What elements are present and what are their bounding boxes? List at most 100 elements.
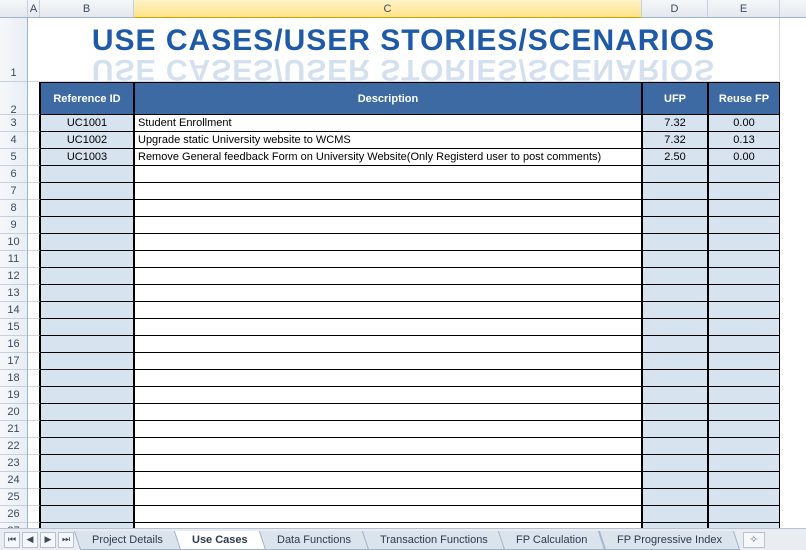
sheet-tab[interactable]: Data Functions (258, 531, 368, 550)
row-header-1[interactable]: 1 (0, 18, 27, 82)
col-header-E[interactable]: E (708, 0, 780, 17)
cell-reuse-fp[interactable]: 0.00 (708, 149, 780, 166)
cell-ufp[interactable] (642, 183, 708, 200)
cell-ufp[interactable] (642, 319, 708, 336)
row-header[interactable]: 5 (0, 149, 27, 166)
spacer-cell[interactable] (28, 353, 40, 370)
spacer-cell[interactable] (28, 183, 40, 200)
cell-reuse-fp[interactable] (708, 489, 780, 506)
cell-ref-id[interactable] (40, 183, 134, 200)
cell-ufp[interactable] (642, 438, 708, 455)
cell-ref-id[interactable] (40, 387, 134, 404)
col-header-B[interactable]: B (40, 0, 134, 17)
row-header[interactable]: 18 (0, 370, 27, 387)
spacer-cell[interactable] (28, 132, 40, 149)
spacer-cell[interactable] (28, 166, 40, 183)
spacer-cell[interactable] (28, 489, 40, 506)
cell-reuse-fp[interactable] (708, 438, 780, 455)
row-header-2[interactable]: 2 (0, 82, 27, 115)
cell-ufp[interactable] (642, 489, 708, 506)
cell-ref-id[interactable] (40, 353, 134, 370)
cell-description[interactable] (134, 268, 642, 285)
cell-ufp[interactable] (642, 285, 708, 302)
row-header[interactable]: 16 (0, 336, 27, 353)
spacer-cell[interactable] (28, 217, 40, 234)
spacer-cell[interactable] (28, 302, 40, 319)
col-header-C[interactable]: C (134, 0, 642, 18)
cell-ref-id[interactable]: UC1001 (40, 115, 134, 132)
cell-ref-id[interactable]: UC1003 (40, 149, 134, 166)
cell-reuse-fp[interactable] (708, 421, 780, 438)
cell-reuse-fp[interactable] (708, 336, 780, 353)
cell-description[interactable] (134, 353, 642, 370)
cell-reuse-fp[interactable] (708, 387, 780, 404)
cell-ufp[interactable] (642, 336, 708, 353)
cell-reuse-fp[interactable] (708, 166, 780, 183)
row-header[interactable]: 10 (0, 234, 27, 251)
cell-reuse-fp[interactable] (708, 217, 780, 234)
spacer-cell[interactable] (28, 404, 40, 421)
spacer-cell[interactable] (28, 115, 40, 132)
spacer-cell[interactable] (28, 200, 40, 217)
spacer-cell[interactable] (28, 149, 40, 166)
cell-ufp[interactable] (642, 234, 708, 251)
cell-reuse-fp[interactable] (708, 285, 780, 302)
cell-ufp[interactable] (642, 387, 708, 404)
cell-ref-id[interactable] (40, 319, 134, 336)
col-header-D[interactable]: D (642, 0, 708, 17)
cell-ufp[interactable]: 2.50 (642, 149, 708, 166)
col-ref-id[interactable]: Reference ID (40, 82, 134, 115)
cell-ufp[interactable] (642, 217, 708, 234)
spacer-cell[interactable] (28, 268, 40, 285)
cell-reuse-fp[interactable] (708, 472, 780, 489)
spacer-cell[interactable] (28, 285, 40, 302)
tab-nav-prev[interactable]: ◀ (22, 532, 38, 548)
row-header[interactable]: 4 (0, 132, 27, 149)
cell-ufp[interactable] (642, 455, 708, 472)
spacer-cell[interactable] (28, 319, 40, 336)
cell-description[interactable] (134, 404, 642, 421)
spacer-cell[interactable] (28, 82, 40, 115)
cell-ref-id[interactable] (40, 234, 134, 251)
cell-ufp[interactable] (642, 166, 708, 183)
cell-description[interactable] (134, 387, 642, 404)
row-header[interactable]: 24 (0, 472, 27, 489)
spacer-cell[interactable] (28, 234, 40, 251)
cell-ref-id[interactable] (40, 268, 134, 285)
cell-ufp[interactable] (642, 302, 708, 319)
cell-ref-id[interactable] (40, 200, 134, 217)
cell-description[interactable]: Upgrade static University website to WCM… (134, 132, 642, 149)
col-description[interactable]: Description (134, 82, 642, 115)
cell-ufp[interactable] (642, 251, 708, 268)
spacer-cell[interactable] (28, 506, 40, 523)
cell-ufp[interactable] (642, 421, 708, 438)
cell-ref-id[interactable] (40, 506, 134, 523)
row-header[interactable]: 20 (0, 404, 27, 421)
cell-reuse-fp[interactable] (708, 353, 780, 370)
tab-nav-first[interactable]: ⏮ (4, 532, 20, 548)
spacer-cell[interactable] (28, 472, 40, 489)
cell-ufp[interactable]: 7.32 (642, 132, 708, 149)
cell-ufp[interactable] (642, 506, 708, 523)
cell-reuse-fp[interactable] (708, 404, 780, 421)
sheet-tab[interactable]: Transaction Functions (361, 531, 505, 550)
sheet-tab[interactable]: FP Progressive Index (599, 531, 740, 550)
cell-ref-id[interactable] (40, 438, 134, 455)
cell-description[interactable] (134, 370, 642, 387)
cell-description[interactable] (134, 183, 642, 200)
cell-description[interactable] (134, 336, 642, 353)
cell-reuse-fp[interactable] (708, 268, 780, 285)
cell-reuse-fp[interactable]: 0.00 (708, 115, 780, 132)
row-header[interactable]: 9 (0, 217, 27, 234)
cell-ufp[interactable] (642, 472, 708, 489)
row-header[interactable]: 21 (0, 421, 27, 438)
spacer-cell[interactable] (28, 370, 40, 387)
row-header[interactable]: 25 (0, 489, 27, 506)
cell-description[interactable] (134, 421, 642, 438)
spacer-cell[interactable] (28, 336, 40, 353)
cell-description[interactable]: Student Enrollment (134, 115, 642, 132)
sheet-tab[interactable]: FP Calculation (498, 531, 606, 550)
col-header-A[interactable]: A (28, 0, 40, 17)
cell-description[interactable]: Remove General feedback Form on Universi… (134, 149, 642, 166)
cell-ufp[interactable] (642, 268, 708, 285)
